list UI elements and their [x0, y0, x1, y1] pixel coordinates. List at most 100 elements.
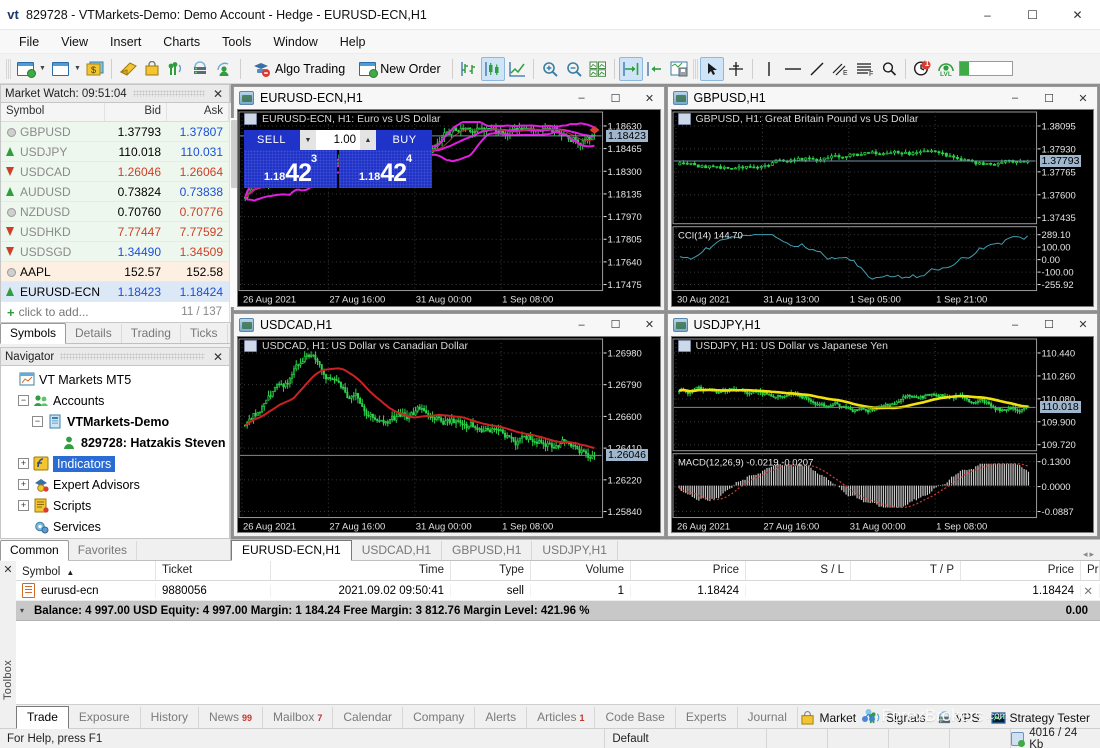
fibonacci-button[interactable]: F	[853, 57, 877, 81]
algo-trading-button[interactable]: Algo Trading	[245, 57, 352, 81]
menu-view[interactable]: View	[50, 32, 99, 52]
market-watch-row-aapl[interactable]: AAPL152.57152.58	[1, 262, 229, 282]
chart-canvas-area[interactable]: 1.269801.267901.266001.264101.262201.258…	[237, 336, 661, 534]
col-price-cur[interactable]: Price	[961, 561, 1081, 580]
col-volume[interactable]: Volume	[531, 561, 631, 580]
tab-common[interactable]: Common	[0, 540, 69, 561]
tree-expander-icon[interactable]: +	[18, 479, 29, 490]
zoom-in-button[interactable]	[538, 57, 562, 81]
column-ask[interactable]: Ask	[167, 103, 229, 121]
col-time[interactable]: Time	[271, 561, 451, 580]
chart-maximize-button[interactable]: ☐	[1035, 315, 1063, 335]
column-symbol[interactable]: Symbol	[1, 103, 105, 121]
toolbar-grip-2[interactable]	[693, 59, 698, 79]
toolbox-tab-articles[interactable]: Articles1	[527, 707, 595, 728]
chart-minimize-button[interactable]: –	[568, 315, 596, 335]
chart-window-gbpusd[interactable]: GBPUSD,H1–☐✕1.380951.379301.377651.37600…	[667, 86, 1099, 311]
chart-tab-usdcad[interactable]: USDCAD,H1	[352, 541, 442, 560]
menu-charts[interactable]: Charts	[152, 32, 211, 52]
sell-button[interactable]: 1.18423	[244, 150, 337, 188]
col-symbol[interactable]: Symbol ▲	[16, 561, 156, 580]
menu-insert[interactable]: Insert	[99, 32, 152, 52]
summary-expander-icon[interactable]: ▾	[20, 606, 34, 615]
chart-close-button[interactable]: ✕	[1069, 315, 1097, 335]
tree-expander-icon[interactable]: +	[18, 500, 29, 511]
toolbox-tab-experts[interactable]: Experts	[676, 707, 738, 728]
navigator-item-scripts[interactable]: +Scripts	[4, 495, 229, 516]
new-order-button[interactable]: New Order	[352, 57, 447, 81]
toolbar-grip[interactable]	[6, 59, 11, 79]
link-vps[interactable]: VPS	[937, 711, 980, 725]
alerts-button[interactable]: 1	[910, 57, 934, 81]
market-watch-row-usdjpy[interactable]: USDJPY110.018110.031	[1, 142, 229, 162]
menu-file[interactable]: File	[8, 32, 50, 52]
tab-details[interactable]: Details	[66, 324, 122, 343]
navigator-close-icon[interactable]: ✕	[211, 350, 225, 364]
auto-scroll-button[interactable]	[619, 57, 643, 81]
chart-tab-usdjpy[interactable]: USDJPY,H1	[532, 541, 617, 560]
chart-tab-next-icon[interactable]: ▸	[1089, 549, 1094, 560]
toolbox-tab-exposure[interactable]: Exposure	[69, 707, 141, 728]
close-position-icon[interactable]: ✕	[1083, 584, 1093, 598]
chart-close-button[interactable]: ✕	[636, 315, 664, 335]
horizontal-line-button[interactable]	[781, 57, 805, 81]
volume-increment-icon[interactable]: ▲	[360, 130, 376, 150]
col-tp[interactable]: T / P	[851, 561, 961, 580]
profiles-dropdown-icon[interactable]: ▼	[72, 65, 83, 72]
col-type[interactable]: Type	[451, 561, 531, 580]
chart-window-eurusd-ecn[interactable]: EURUSD-ECN,H1–☐✕1.186301.184651.183001.1…	[233, 86, 665, 311]
line-chart-button[interactable]	[505, 57, 529, 81]
zoom-out-button[interactable]	[562, 57, 586, 81]
trendline-button[interactable]	[805, 57, 829, 81]
chart-tab-eurusd[interactable]: EURUSD-ECN,H1	[231, 540, 352, 561]
column-bid[interactable]: Bid	[105, 103, 167, 121]
chart-minimize-button[interactable]: –	[1001, 88, 1029, 108]
chart-shift-button[interactable]	[643, 57, 667, 81]
buy-button[interactable]: 1.18424	[339, 150, 432, 188]
chart-close-button[interactable]: ✕	[1069, 88, 1097, 108]
one-click-trading-panel[interactable]: SELL▼1.00▲BUY1.184231.18424	[244, 130, 432, 188]
tab-favorites[interactable]: Favorites	[69, 541, 137, 560]
chart-maximize-button[interactable]: ☐	[602, 88, 630, 108]
navigator-item-829728-hatzakis-steven[interactable]: 829728: Hatzakis Steven	[4, 432, 229, 453]
navigator-item-expert-advisors[interactable]: +Expert Advisors	[4, 474, 229, 495]
chart-canvas-area[interactable]: 110.440110.260110.080109.900109.72026 Au…	[671, 336, 1095, 534]
chart-close-button[interactable]: ✕	[636, 88, 664, 108]
market-watch-row-usdcad[interactable]: USDCAD1.260461.26064	[1, 162, 229, 182]
crosshair-button[interactable]	[724, 57, 748, 81]
chart-maximize-button[interactable]: ☐	[602, 315, 630, 335]
toolbox-tab-calendar[interactable]: Calendar	[333, 707, 403, 728]
market-watch-close-icon[interactable]: ✕	[211, 87, 225, 101]
minimize-button[interactable]: –	[965, 0, 1010, 30]
link-market[interactable]: Market	[800, 711, 856, 725]
tree-expander-icon[interactable]: +	[18, 458, 29, 469]
navigator-button[interactable]	[140, 57, 164, 81]
col-sl[interactable]: S / L	[746, 561, 851, 580]
link-signals[interactable]: Signals	[867, 711, 925, 725]
volume-decrement-icon[interactable]: ▼	[300, 130, 316, 150]
data-window-button[interactable]	[116, 57, 140, 81]
mql5-community-button[interactable]	[212, 57, 236, 81]
menu-tools[interactable]: Tools	[211, 32, 262, 52]
toolbox-tab-history[interactable]: History	[141, 707, 199, 728]
market-watch-row-audusd[interactable]: AUDUSD0.738240.73838	[1, 182, 229, 202]
market-watch-row-usdsgd[interactable]: USDSGD1.344901.34509	[1, 242, 229, 262]
maximize-button[interactable]: ☐	[1010, 0, 1055, 30]
toolbox-tab-news[interactable]: News99	[199, 707, 263, 728]
col-ticket[interactable]: Ticket	[156, 561, 271, 580]
table-row[interactable]: eurusd-ecn 9880056 2021.09.02 09:50:41 s…	[16, 581, 1100, 601]
menu-help[interactable]: Help	[329, 32, 377, 52]
navigator-item-vtmarkets-demo[interactable]: −VTMarkets-Demo	[4, 411, 229, 432]
candlestick-chart-button[interactable]	[481, 57, 505, 81]
tab-trading[interactable]: Trading	[122, 324, 181, 343]
volume-input[interactable]: ▼1.00▲	[299, 130, 377, 150]
chart-canvas-area[interactable]: 1.380951.379301.377651.376001.3743530 Au…	[671, 109, 1095, 307]
col-price-open[interactable]: Price	[631, 561, 746, 580]
chart-window-usdcad[interactable]: USDCAD,H1–☐✕1.269801.267901.266001.26410…	[233, 313, 665, 538]
status-network[interactable]: 4016 / 24 Kb	[1011, 727, 1100, 748]
toolbox-tab-mailbox[interactable]: Mailbox7	[263, 707, 333, 728]
save-template-button[interactable]	[667, 57, 691, 81]
connection-strength-indicator[interactable]	[958, 57, 1014, 81]
market-watch-button[interactable]: $	[83, 57, 107, 81]
toolbox-tab-company[interactable]: Company	[403, 707, 475, 728]
